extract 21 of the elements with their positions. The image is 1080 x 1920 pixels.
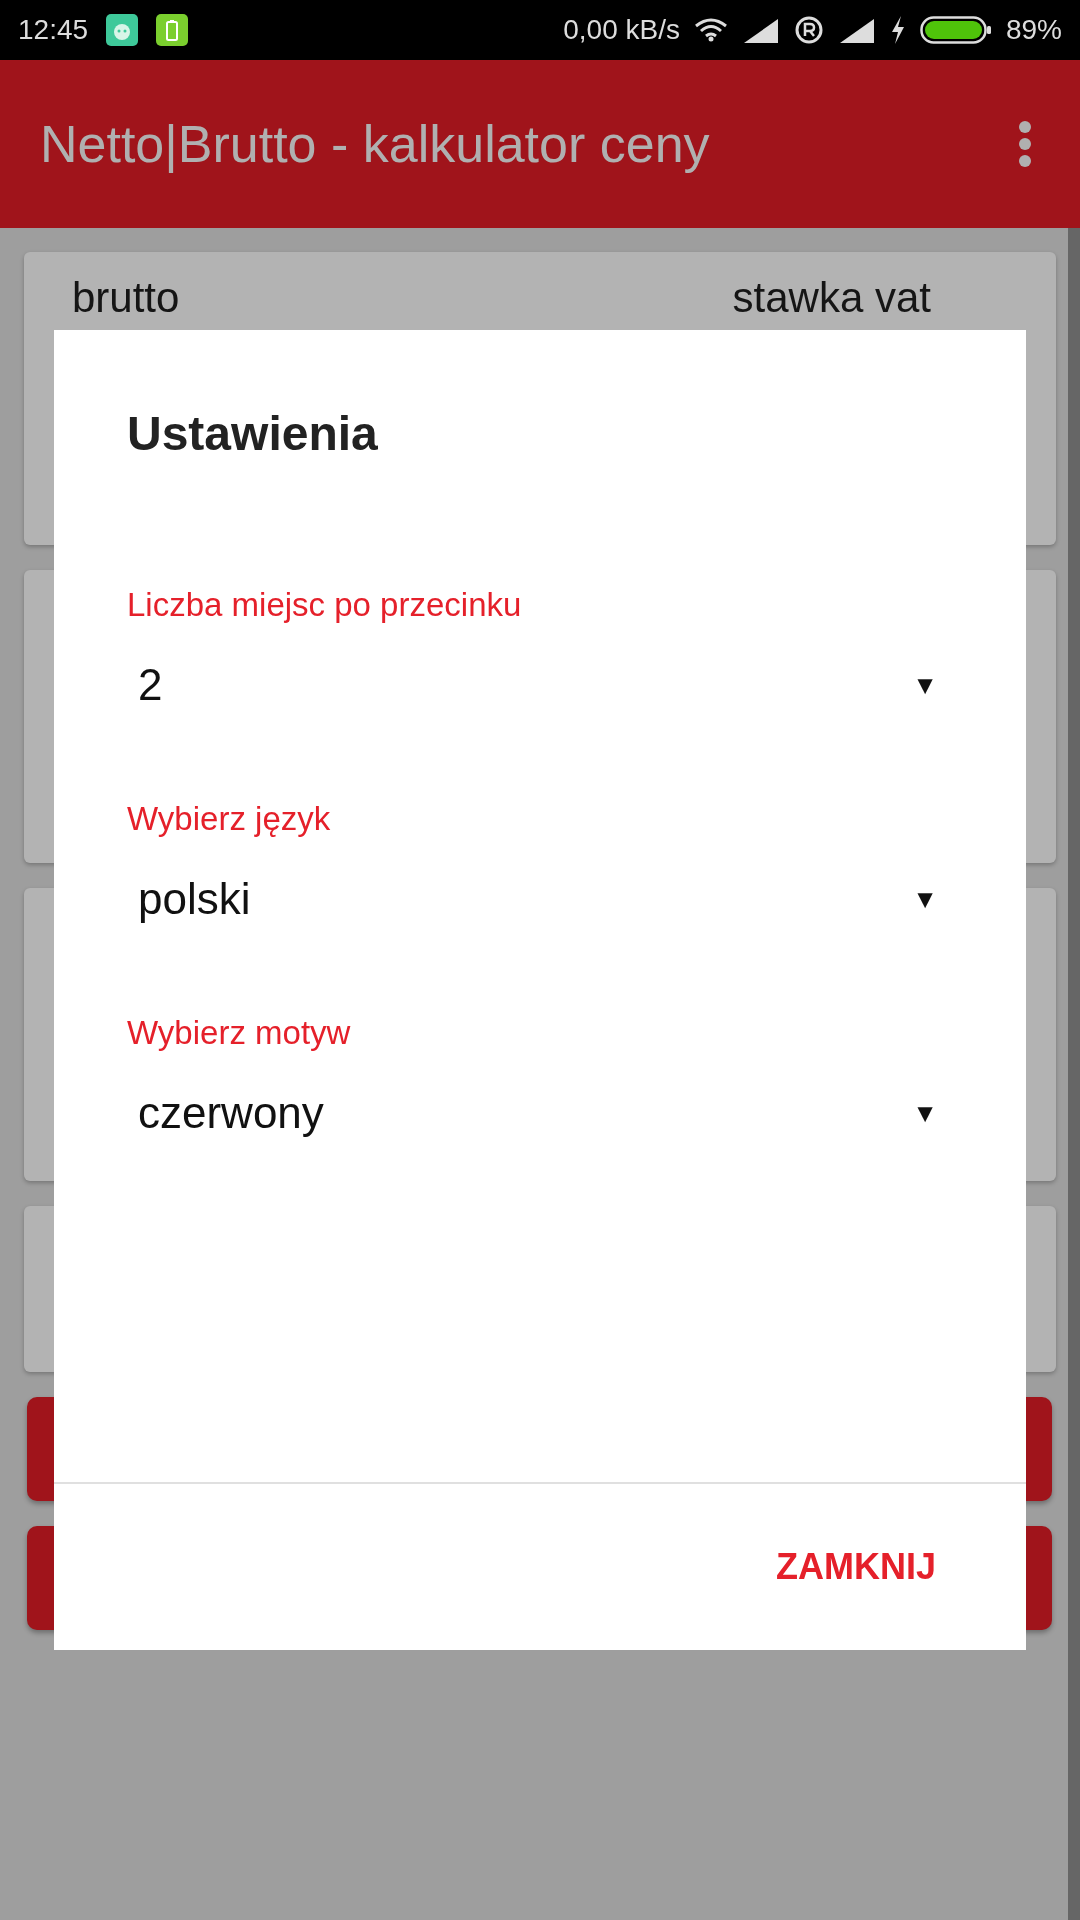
battery-app-icon [156,14,189,46]
charging-icon [889,16,906,44]
card-label: stawka vat [732,274,931,322]
field-label: Liczba miejsc po przecinku [127,586,523,624]
close-button[interactable]: ZAMKNIJ [776,1536,936,1598]
dialog-title: Ustawienia [126,406,379,461]
app-title: Netto|Brutto - kalkulator ceny [40,114,710,174]
dropdown[interactable]: polski ▼ [127,874,938,924]
clock: 12:45 [18,14,89,46]
field-label: Wybierz motyw [127,1014,352,1052]
menu-icon[interactable] [1018,120,1032,168]
registered-icon [793,15,824,45]
android-icon [106,14,139,46]
wifi-icon [693,18,728,42]
card-label: brutto [72,274,180,322]
battery-icon [919,16,992,44]
field-label: Wybierz język [127,800,332,838]
dropdown[interactable]: 2 ▼ [127,660,938,710]
dropdown[interactable]: czerwony ▼ [127,1088,938,1138]
battery-level: 89% [1005,14,1062,46]
network-speed: 0,00 kB/s [563,14,680,46]
